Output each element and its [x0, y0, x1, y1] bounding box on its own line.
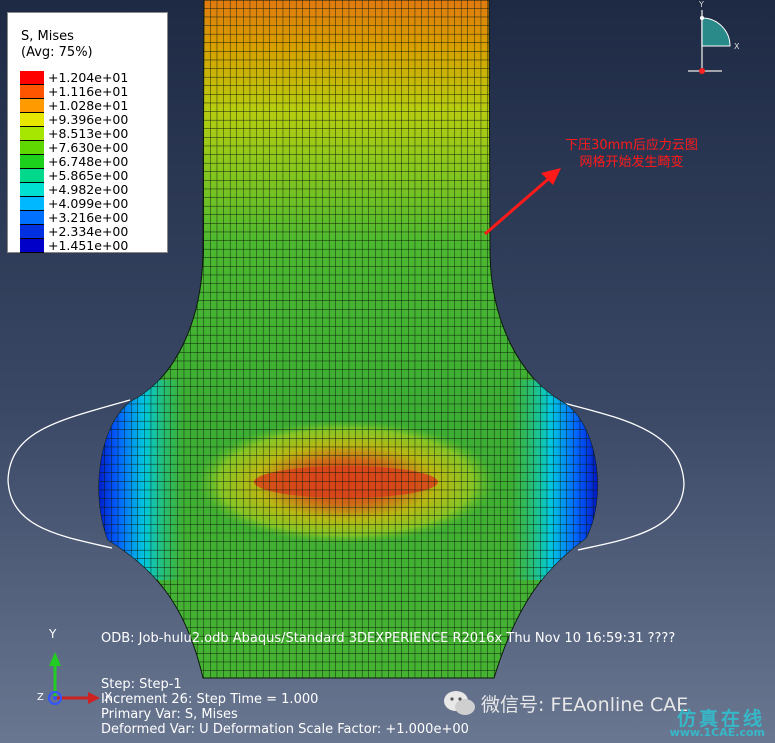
site-logo: 仿真在线 www.1CAE.com	[662, 704, 773, 741]
legend-swatch	[20, 239, 44, 253]
legend-value: +8.513e+00	[48, 126, 129, 141]
legend-value: +1.204e+01	[48, 70, 129, 85]
legend-entry: +4.099e+00	[20, 196, 165, 211]
contour-legend: S, Mises (Avg: 75%) +1.204e+01 +1.116e+01…	[7, 12, 168, 253]
deformed-var-info: Deformed Var: U Deformation Scale Factor…	[101, 722, 469, 737]
legend-entry: +8.513e+00	[20, 126, 165, 141]
legend-entry: +2.334e+00	[20, 224, 165, 239]
legend-swatch	[20, 85, 44, 99]
annotation-arrow	[484, 173, 554, 236]
legend-value: +3.216e+00	[48, 210, 129, 225]
legend-swatch	[20, 225, 44, 239]
mini-triad-y-label: Y	[699, 0, 704, 9]
legend-swatch	[20, 127, 44, 141]
legend-swatch	[20, 155, 44, 169]
legend-value: +9.396e+00	[48, 112, 129, 127]
wechat-icon	[444, 691, 475, 715]
legend-swatch	[20, 169, 44, 183]
legend-value: +1.451e+00	[48, 238, 129, 253]
legend-entry: +6.748e+00	[20, 154, 165, 169]
legend-entry: +1.451e+00	[20, 238, 165, 253]
increment-info: Increment 26: Step Time = 1.000	[101, 692, 319, 707]
mini-triad-x-label: X	[734, 42, 740, 51]
legend-swatch	[20, 183, 44, 197]
legend-value: +1.116e+01	[48, 84, 129, 99]
step-info: Step: Step-1	[101, 677, 182, 692]
legend-swatch	[20, 197, 44, 211]
annotation-line1: 下压30mm后应力云图	[565, 138, 698, 153]
view-triad	[48, 652, 100, 705]
legend-value: +5.865e+00	[48, 168, 129, 183]
legend-entry: +5.865e+00	[20, 168, 165, 183]
legend-swatch	[20, 99, 44, 113]
legend-swatch	[20, 113, 44, 127]
annotation-line2: 网格开始发生畸变	[579, 155, 684, 170]
triad-z-label: Z	[37, 692, 44, 703]
legend-value: +4.982e+00	[48, 182, 129, 197]
legend-entry: +1.116e+01	[20, 84, 165, 99]
legend-value: +7.630e+00	[48, 140, 129, 155]
primary-var-info: Primary Var: S, Mises	[101, 707, 238, 722]
legend-entry: +1.204e+01	[20, 70, 165, 85]
legend-swatch	[20, 141, 44, 155]
legend-value: +1.028e+01	[48, 98, 129, 113]
legend-entry: +7.630e+00	[20, 140, 165, 155]
legend-subtitle: (Avg: 75%)	[21, 45, 93, 60]
legend-value: +2.334e+00	[48, 224, 129, 239]
annotation-note: 下压30mm后应力云图 网格开始发生畸变	[549, 137, 714, 171]
odb-info-line: ODB: Job-hulu2.odb Abaqus/Standard 3DEXP…	[101, 631, 676, 646]
site-logo-url: www.1CAE.com	[669, 726, 765, 739]
legend-swatch	[20, 211, 44, 225]
legend-entry: +1.028e+01	[20, 98, 165, 113]
legend-title: S, Mises	[21, 29, 74, 44]
watermark-text: 微信号: FEAonline CAE	[481, 694, 689, 716]
legend-entry: +4.982e+00	[20, 182, 165, 197]
legend-value: +6.748e+00	[48, 154, 129, 169]
legend-entry: +9.396e+00	[20, 112, 165, 127]
legend-value: +4.099e+00	[48, 196, 129, 211]
triad-y-label: Y	[49, 627, 57, 641]
legend-swatch	[20, 71, 44, 85]
mini-triad	[688, 10, 731, 74]
legend-entry: +3.216e+00	[20, 210, 165, 225]
